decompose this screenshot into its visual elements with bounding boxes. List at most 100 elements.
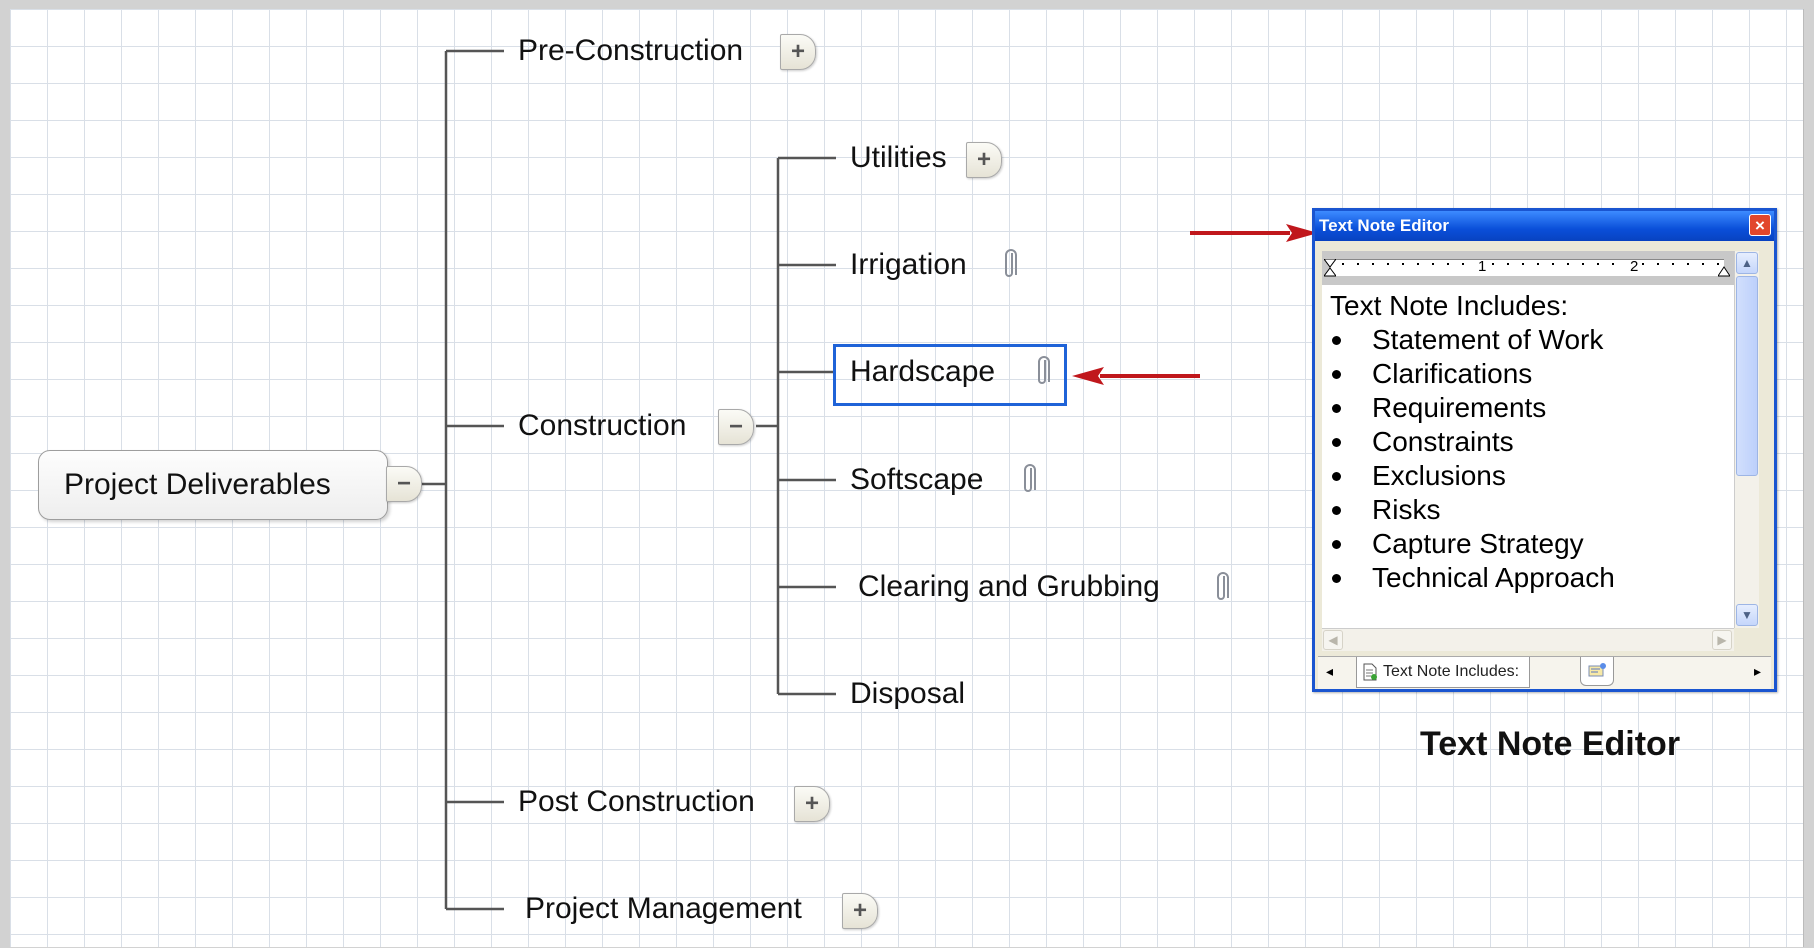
tab-text-note[interactable]: Text Note Includes: [1356,657,1531,688]
tab-label: Text Note Includes: [1383,663,1520,680]
ruler-tick [1492,263,1494,265]
ruler-tick [1612,263,1614,265]
bullet [1332,336,1341,345]
list-item: Technical Approach [1330,561,1726,595]
ruler-tick [1717,263,1719,265]
ruler-mark: 1 [1478,258,1487,275]
editor-title: Text Note Editor [1319,216,1450,235]
tab-scroll-left-icon[interactable]: ◂ [1326,663,1333,680]
bullet [1332,506,1341,515]
list-item-text: Capture Strategy [1372,528,1584,559]
list-item-text: Risks [1372,494,1441,525]
plus-icon: + [976,146,991,173]
note-text-area[interactable]: Text Note Includes: Statement of Work Cl… [1322,285,1734,628]
editor-caption: Text Note Editor [1420,725,1681,763]
ruler-tick [1447,263,1449,265]
ruler-tick [1642,263,1644,265]
left-indent-marker[interactable] [1324,259,1336,277]
node-label: Utilities [850,141,947,174]
expand-toggle-pre-construction[interactable]: + [780,34,816,70]
list-item-text: Requirements [1372,392,1547,423]
tab-scroll-right-icon[interactable]: ▸ [1754,663,1761,680]
ruler-tick [1432,263,1434,265]
ruler-tick [1672,263,1674,265]
mind-map-canvas[interactable]: Project Deliverables − Pre-Construction … [10,9,1804,947]
collapse-toggle-root[interactable]: − [386,466,422,502]
paperclip-icon[interactable] [1021,464,1037,496]
plus-icon: + [852,897,867,924]
ruler-tick [1417,263,1419,265]
new-note-icon [1588,663,1606,677]
list-item-text: Clarifications [1372,358,1533,389]
ruler-tick [1387,263,1389,265]
ruler-tick [1372,263,1374,265]
scroll-thumb[interactable] [1736,276,1758,476]
list-item: Clarifications [1330,357,1726,391]
ruler[interactable]: 1 2 [1322,251,1734,286]
node-project-management[interactable]: Project Management [525,891,802,927]
selection-highlight [833,344,1067,406]
ruler-tick [1522,263,1524,265]
vertical-scrollbar[interactable]: ▲ ▼ [1734,251,1759,628]
node-disposal[interactable]: Disposal [850,676,965,712]
ruler-tick [1537,263,1539,265]
ruler-tick [1657,263,1659,265]
node-construction[interactable]: Construction [518,408,686,444]
node-pre-construction[interactable]: Pre-Construction [518,33,743,69]
node-label: Disposal [850,677,966,710]
ruler-tick [1462,263,1464,265]
ruler-tick [1507,263,1509,265]
right-indent-marker[interactable] [1718,259,1730,277]
editor-titlebar[interactable]: Text Note Editor × [1315,211,1774,241]
document-icon [1363,663,1377,681]
bullet [1332,574,1341,583]
node-irrigation[interactable]: Irrigation [850,247,967,283]
node-post-construction[interactable]: Post Construction [518,784,755,820]
scroll-right-button[interactable]: ▶ [1712,630,1732,650]
node-label: Softscape [850,463,984,496]
bullet [1332,370,1341,379]
new-note-tab[interactable] [1580,657,1614,686]
close-button[interactable]: × [1749,214,1771,236]
node-label: Construction [518,409,687,442]
plus-icon: + [804,790,819,817]
list-item: Statement of Work [1330,323,1726,357]
root-node-label: Project Deliverables [64,468,331,501]
ruler-tick [1687,263,1689,265]
node-label: Clearing and Grubbing [858,570,1160,603]
ruler-mark: 2 [1630,258,1639,275]
list-item: Capture Strategy [1330,527,1726,561]
paperclip-icon[interactable] [1214,572,1230,604]
collapse-toggle-construction[interactable]: − [718,409,754,445]
bullet [1332,404,1341,413]
scroll-down-button[interactable]: ▼ [1736,604,1758,626]
bullet [1332,472,1341,481]
expand-toggle-project-management[interactable]: + [842,893,878,929]
editor-tab-bar: ◂ Text Note Includes: ▸ [1318,656,1771,689]
node-utilities[interactable]: Utilities [850,140,947,176]
expand-toggle-utilities[interactable]: + [966,142,1002,178]
bullet [1332,540,1341,549]
ruler-tick [1357,263,1359,265]
scroll-left-button[interactable]: ◀ [1323,630,1343,650]
node-label: Project Management [525,892,802,925]
ruler-tick [1582,263,1584,265]
horizontal-scrollbar[interactable]: ◀ ▶ [1322,628,1734,651]
expand-toggle-post-construction[interactable]: + [794,786,830,822]
ruler-tick [1402,263,1404,265]
note-list: Statement of Work Clarifications Require… [1330,323,1726,595]
node-clearing-and-grubbing[interactable]: Clearing and Grubbing [858,569,1160,605]
text-note-editor-window[interactable]: Text Note Editor × 1 2 Text Note Include… [1312,208,1777,692]
minus-icon: − [396,470,411,497]
node-softscape[interactable]: Softscape [850,462,983,498]
node-label: Pre-Construction [518,34,744,67]
ruler-tick [1597,263,1599,265]
ruler-tick [1567,263,1569,265]
plus-icon: + [790,38,805,65]
bullet [1332,438,1341,447]
list-item-text: Statement of Work [1372,324,1604,355]
paperclip-icon[interactable] [1002,249,1018,281]
list-item-text: Technical Approach [1372,562,1615,593]
root-node-project-deliverables[interactable]: Project Deliverables [38,450,388,520]
scroll-up-button[interactable]: ▲ [1736,252,1758,274]
